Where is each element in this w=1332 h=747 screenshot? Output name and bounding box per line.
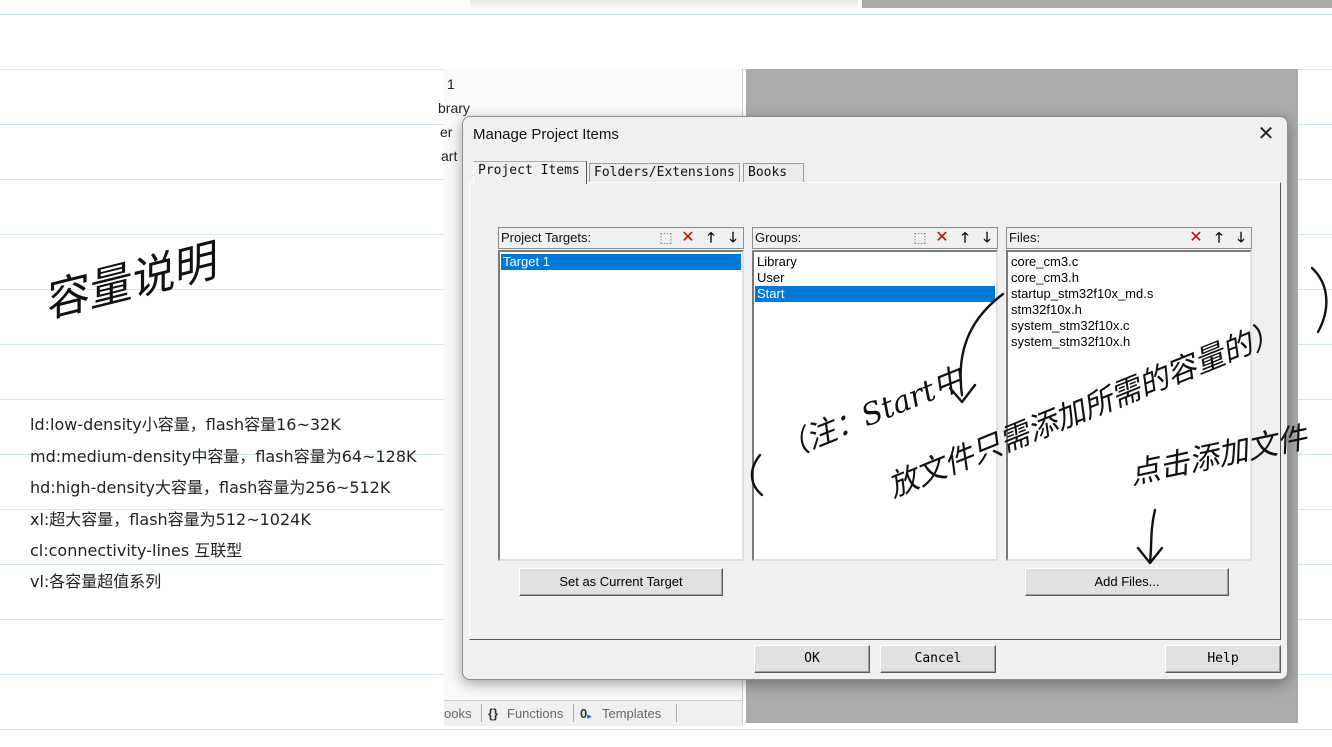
- tab-project-items[interactable]: Project Items: [473, 161, 587, 184]
- annotation-paren: [750, 453, 764, 497]
- annotation-paren: [1310, 266, 1328, 334]
- annotation-arrow: [1136, 508, 1164, 565]
